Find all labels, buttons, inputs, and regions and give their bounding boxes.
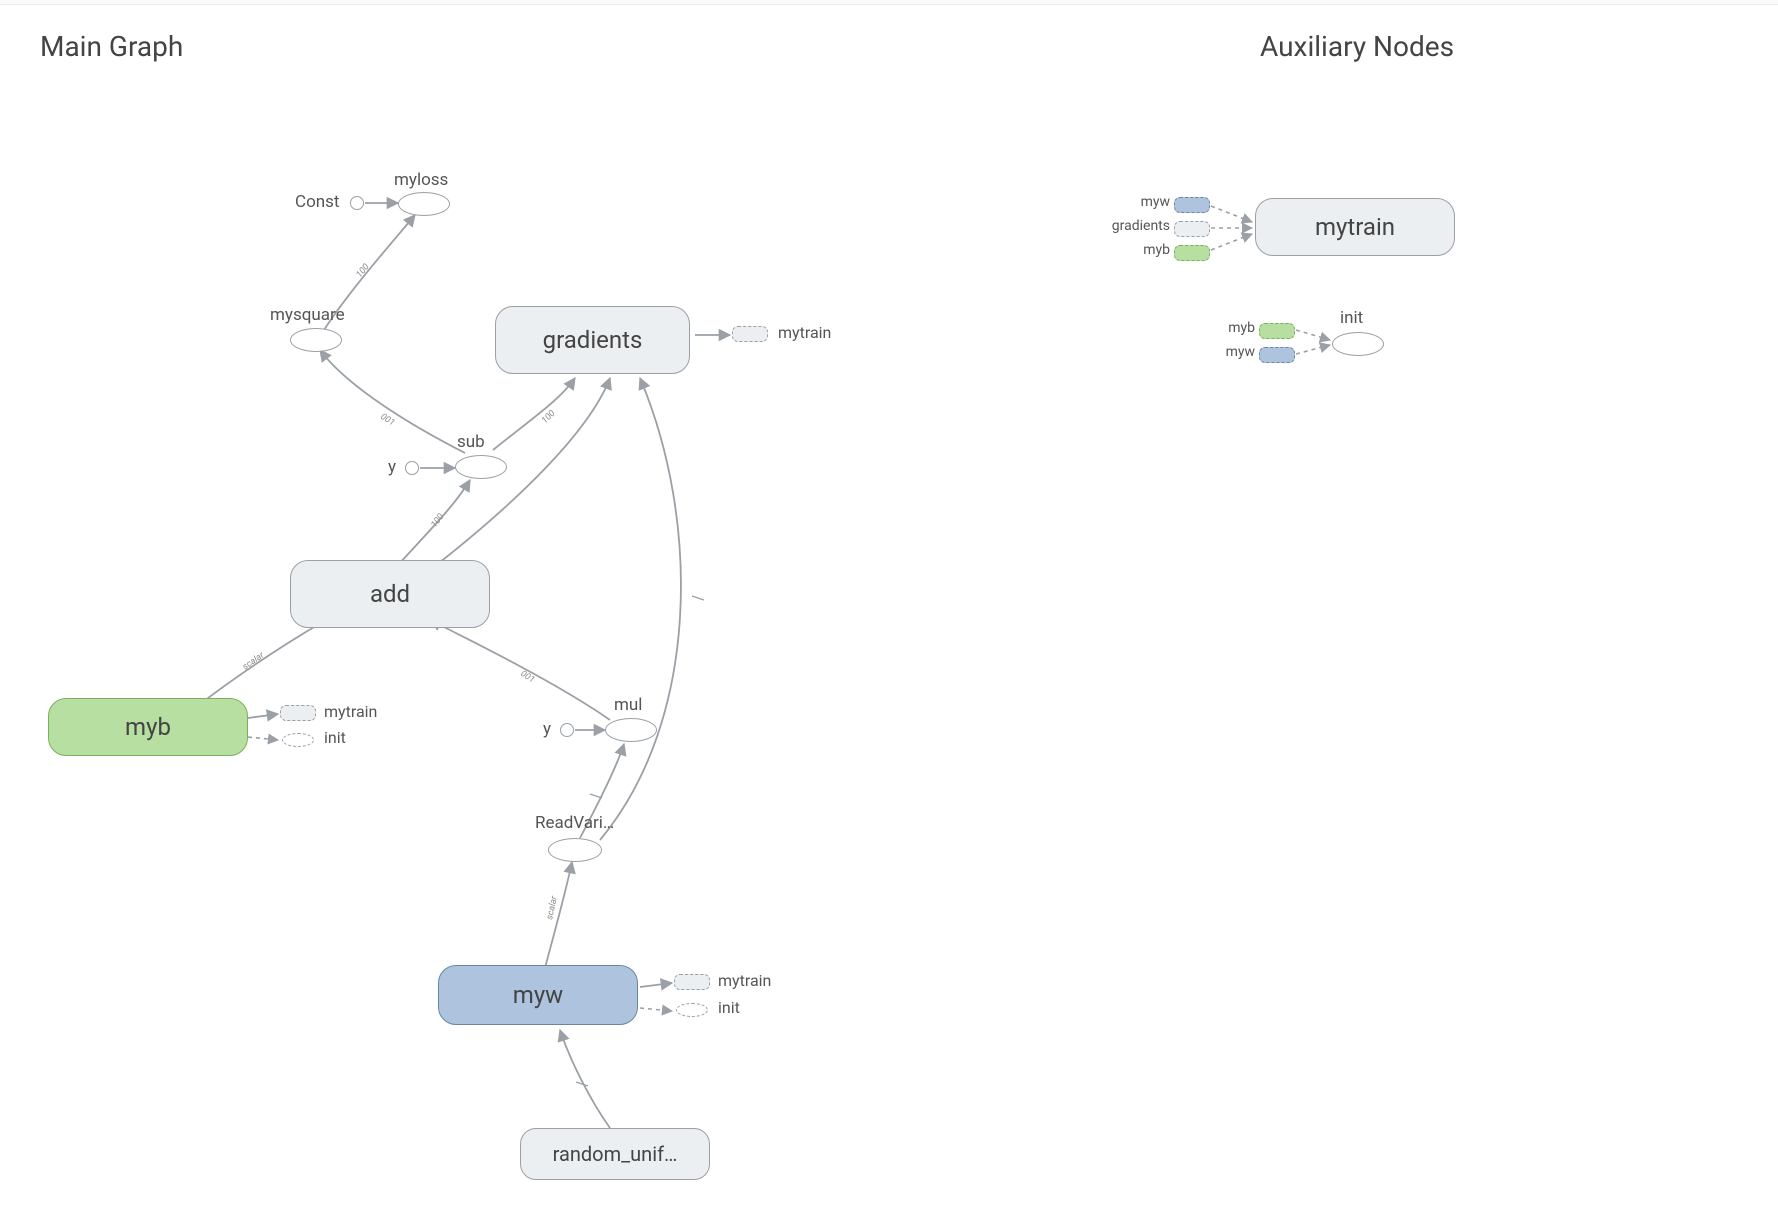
sub-label: sub	[457, 432, 485, 452]
edge-label-sub-sq: 001	[378, 412, 396, 428]
graph-canvas: 100 001 100 100 scalar 001 scalar	[0, 0, 1778, 1216]
readvar-label: ReadVari…	[535, 813, 614, 833]
edge-mul-to-add	[430, 620, 610, 720]
stub-mytrain3-label: mytrain	[718, 971, 771, 990]
mul-op[interactable]	[605, 718, 657, 742]
myb-node[interactable]: myb	[48, 698, 248, 756]
add-text: add	[370, 580, 410, 608]
y1-op[interactable]	[405, 461, 419, 475]
edge-myb-to-mytrainstub	[248, 714, 278, 718]
aux-in-myb2-stub[interactable]	[1259, 323, 1295, 339]
aux-init-op[interactable]	[1332, 332, 1384, 356]
stub-mytrain-from-myb[interactable]	[280, 705, 316, 721]
aux-in-myw-stub[interactable]	[1174, 197, 1210, 213]
gradients-node[interactable]: gradients	[495, 306, 690, 374]
edge-readvar-to-gradients	[600, 378, 681, 840]
random-uniform-node[interactable]: random_unif…	[520, 1128, 710, 1180]
edge-myw-to-initstub	[640, 1008, 672, 1011]
mysquare-op[interactable]	[290, 328, 342, 352]
edge-label-mul-add: 001	[518, 669, 536, 685]
edge-random-to-myw	[560, 1030, 610, 1128]
edge-myw-to-mytrainstub	[640, 983, 672, 987]
edge-sub-to-mysquare	[320, 350, 465, 453]
aux-edge-myb-to-mytrain	[1211, 234, 1252, 250]
edge-label-myb-scalar: scalar	[241, 650, 267, 672]
y1-label: y	[388, 457, 396, 477]
aux-in-myw2-label: myw	[1203, 344, 1255, 360]
stub-init-from-myb[interactable]	[282, 733, 314, 747]
myb-text: myb	[125, 713, 171, 741]
sub-op[interactable]	[455, 455, 507, 479]
stub-mytrain-from-gradients[interactable]	[732, 326, 768, 342]
aux-edge-myw-to-init	[1296, 345, 1330, 354]
stub-init-label: init	[324, 728, 346, 747]
aux-init-label: init	[1340, 308, 1363, 328]
y2-op[interactable]	[560, 723, 574, 737]
aux-in-myb-stub[interactable]	[1174, 245, 1210, 261]
aux-mytrain-node[interactable]: mytrain	[1255, 198, 1455, 256]
aux-edge-myw-to-mytrain	[1211, 206, 1252, 222]
edge-sub-to-gradients	[493, 378, 575, 450]
const-op[interactable]	[350, 196, 364, 210]
edge-add-to-gradients	[430, 378, 610, 570]
readvar-op[interactable]	[548, 838, 602, 862]
y2-label: y	[543, 719, 551, 739]
stub-init-from-myw[interactable]	[676, 1003, 708, 1017]
stub-mytrain2-label: mytrain	[324, 702, 377, 721]
mul-label: mul	[614, 695, 642, 715]
myloss-op[interactable]	[398, 192, 450, 216]
stub-init2-label: init	[718, 998, 740, 1017]
const-label: Const	[295, 192, 339, 212]
myloss-label: myloss	[394, 170, 448, 190]
stub-mytrain-label: mytrain	[778, 323, 831, 342]
edge-label-sq-loss: 100	[355, 262, 372, 280]
myw-text: myw	[513, 981, 563, 1009]
mysquare-label: mysquare	[270, 305, 345, 325]
add-node[interactable]: add	[290, 560, 490, 628]
aux-in-myb2-label: myb	[1203, 320, 1255, 336]
stub-mytrain-from-myw[interactable]	[674, 974, 710, 990]
aux-in-grad-label: gradients	[1098, 218, 1170, 234]
aux-in-grad-stub[interactable]	[1174, 221, 1210, 237]
edge-tick-rv-mul	[590, 794, 602, 798]
aux-in-myw2-stub[interactable]	[1259, 347, 1295, 363]
aux-edge-myb-to-init	[1296, 330, 1330, 340]
aux-mytrain-text: mytrain	[1315, 213, 1395, 241]
random-uniform-text: random_unif…	[553, 1142, 678, 1166]
edge-tick-rv-grad	[692, 596, 704, 600]
edge-myb-to-initstub	[248, 737, 278, 740]
aux-in-myb-label: myb	[1118, 242, 1170, 258]
gradients-text: gradients	[543, 326, 643, 354]
myw-node[interactable]: myw	[438, 965, 638, 1025]
aux-in-myw-label: myw	[1118, 194, 1170, 210]
